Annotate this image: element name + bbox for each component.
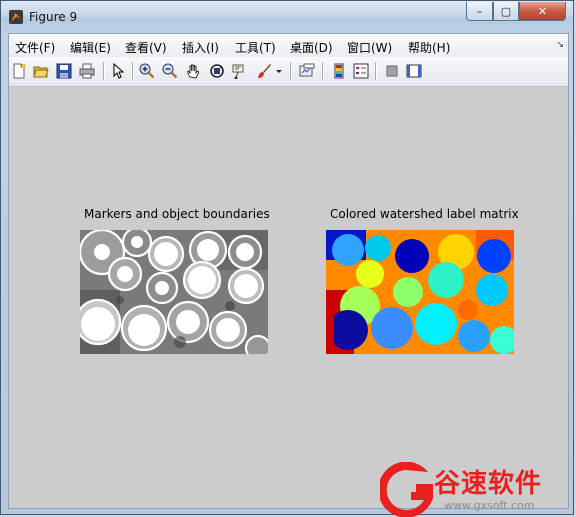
menu-view[interactable]: 查看(V) — [125, 39, 167, 56]
watermark-brand-text: 谷速软件 — [434, 469, 543, 499]
insert-legend-icon[interactable] — [353, 63, 369, 79]
show-plot-tools-icon[interactable] — [406, 63, 422, 79]
left-plot-title: Markers and object boundaries — [84, 207, 270, 221]
window-title: Figure 9 — [29, 10, 78, 24]
minimize-button[interactable]: – — [466, 2, 493, 21]
figure-toolbar — [9, 57, 568, 87]
watermark-url: www.gxsoft.com — [444, 499, 535, 512]
menu-bar: 文件(F) 编辑(E) 查看(V) 插入(I) 工具(T) 桌面(D) 窗口(W… — [9, 34, 568, 58]
watershed-label-matrix-image — [326, 230, 514, 354]
menu-dock-arrow-icon[interactable]: ↘ — [556, 40, 564, 50]
toolbar-separator — [322, 62, 324, 80]
menu-desktop[interactable]: 桌面(D) — [290, 39, 333, 56]
toolbar-separator — [290, 62, 292, 80]
menu-tools[interactable]: 工具(T) — [235, 39, 276, 56]
print-icon[interactable] — [79, 63, 95, 79]
menu-insert[interactable]: 插入(I) — [182, 39, 219, 56]
menu-help[interactable]: 帮助(H) — [408, 39, 450, 56]
link-plot-icon[interactable] — [299, 63, 315, 79]
hide-plot-tools-icon[interactable] — [384, 63, 400, 79]
menu-edit[interactable]: 编辑(E) — [70, 39, 111, 56]
matlab-icon — [9, 10, 23, 24]
zoom-in-icon[interactable] — [139, 63, 155, 79]
brush-icon[interactable] — [256, 63, 272, 79]
maximize-button[interactable]: ▢ — [493, 2, 519, 21]
toolbar-separator — [103, 62, 105, 80]
edit-plot-icon[interactable] — [110, 63, 126, 79]
close-button[interactable]: ✕ — [519, 2, 566, 21]
menu-file[interactable]: 文件(F) — [15, 39, 55, 56]
insert-colorbar-icon[interactable] — [331, 63, 347, 79]
markers-boundaries-image — [80, 230, 268, 354]
figure-window: Figure 9 – ▢ ✕ 文件(F) 编辑(E) 查看(V) 插入(I) 工… — [0, 0, 574, 515]
rotate-3d-icon[interactable] — [209, 63, 225, 79]
new-figure-icon[interactable] — [11, 63, 27, 79]
brush-dropdown-icon[interactable] — [274, 63, 284, 79]
right-plot-title: Colored watershed label matrix — [330, 207, 519, 221]
save-icon[interactable] — [56, 63, 72, 79]
data-cursor-icon[interactable] — [232, 63, 248, 79]
toolbar-separator — [132, 62, 134, 80]
figure-client-area: 文件(F) 编辑(E) 查看(V) 插入(I) 工具(T) 桌面(D) 窗口(W… — [8, 33, 569, 509]
title-bar[interactable]: Figure 9 – ▢ ✕ — [1, 1, 573, 33]
pan-icon[interactable] — [186, 63, 202, 79]
zoom-out-icon[interactable] — [162, 63, 178, 79]
menu-window[interactable]: 窗口(W) — [347, 39, 392, 56]
toolbar-separator — [375, 62, 377, 80]
open-file-icon[interactable] — [33, 63, 49, 79]
